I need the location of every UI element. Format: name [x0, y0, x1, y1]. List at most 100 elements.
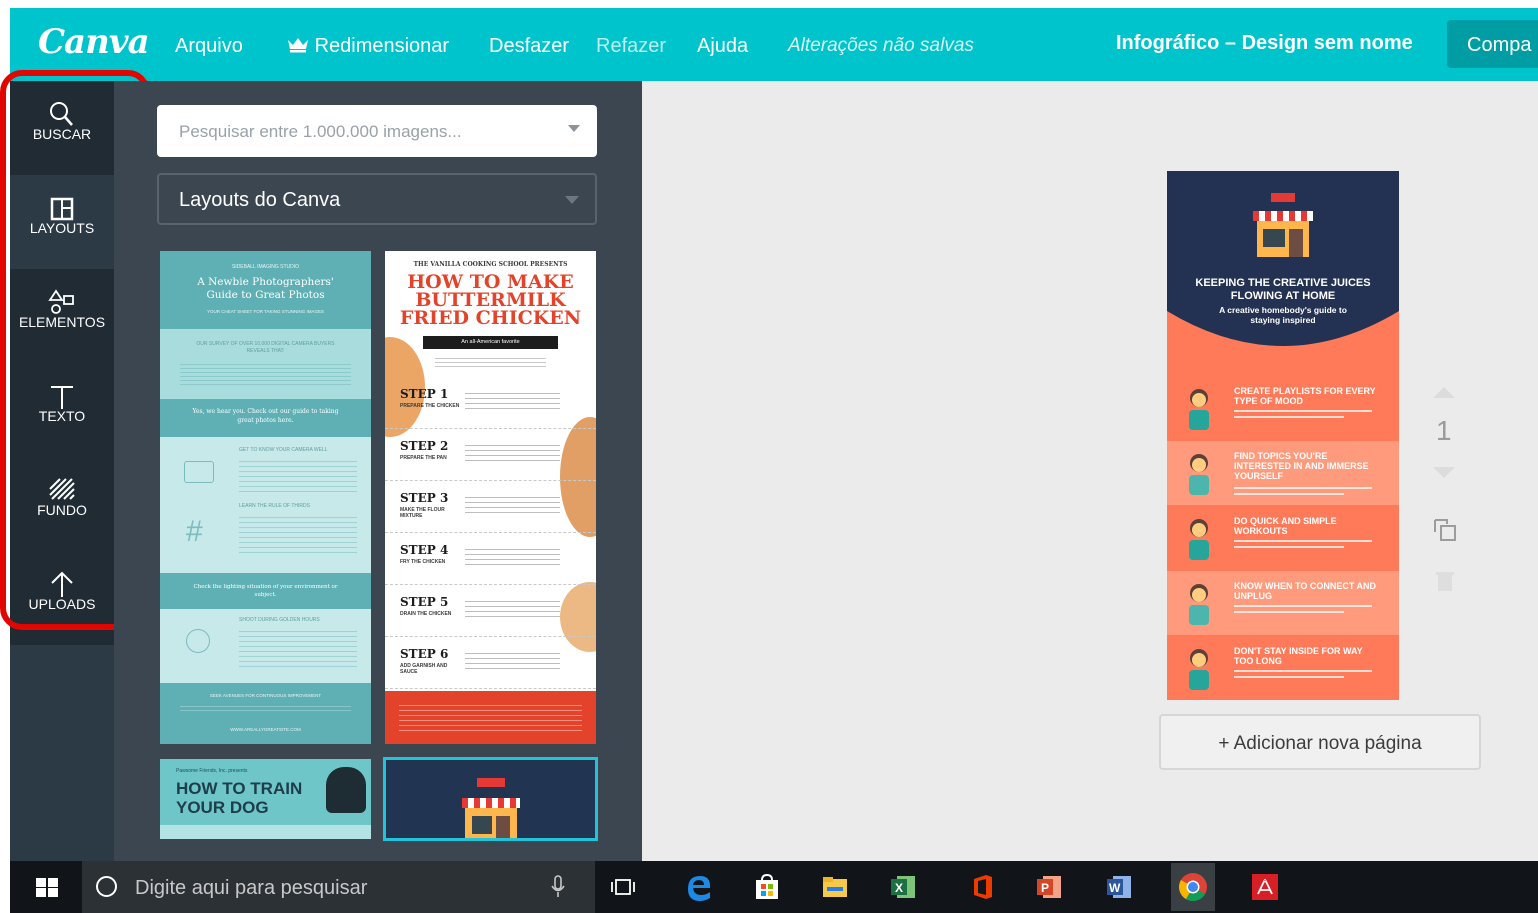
- menu-redimensionar-label: Redimensionar: [314, 35, 450, 57]
- menu-arquivo[interactable]: Arquivo: [175, 35, 243, 58]
- thumb-banner: Check the lighting situation of your env…: [160, 573, 371, 609]
- recipe-step-label: PREPARE THE PAN: [400, 455, 447, 461]
- thumb-steps: STEP 1 PREPARE THE CHICKEN STEP 2 PREPARE T…: [385, 337, 596, 697]
- nav-item-uploads[interactable]: UPLOADS: [10, 551, 114, 645]
- sun-icon: [186, 629, 210, 653]
- taskbar-search-placeholder: Digite aqui para pesquisar: [135, 877, 368, 899]
- layout-source-select[interactable]: Layouts do Canva: [157, 173, 597, 225]
- svg-text:X: X: [895, 881, 903, 895]
- chevron-down-icon[interactable]: [568, 125, 580, 132]
- acrobat-icon[interactable]: [1249, 871, 1281, 903]
- recipe-step-text-lines: [465, 597, 560, 617]
- recipe-step-label: PREPARE THE CHICKEN: [400, 403, 460, 409]
- recipe-step-text-lines: [465, 389, 560, 409]
- thumb-title: A Newbie Photographers' Guide to Great P…: [197, 276, 334, 301]
- nav-label-texto: TEXTO: [38, 408, 86, 424]
- woman-icon: [1181, 516, 1217, 562]
- nav-item-texto[interactable]: TEXTO: [10, 363, 114, 457]
- infographic-row-text-line: [1234, 493, 1344, 495]
- thumb-quote-band: Yes, we hear you. Check out our guide to…: [160, 399, 371, 437]
- office-icon[interactable]: [966, 871, 998, 903]
- layout-thumbnail-creative-juices[interactable]: [383, 757, 598, 841]
- move-page-down-icon[interactable]: [1433, 467, 1455, 478]
- canva-logo[interactable]: Canva: [38, 22, 150, 62]
- store-icon: [1253, 193, 1313, 259]
- design-canvas-area: KEEPING THE CREATIVE JUICES FLOWING AT H…: [642, 81, 1538, 861]
- layout-thumbnail-photography[interactable]: SIDEBALL IMAGING STUDIO A Newbie Photogr…: [160, 251, 371, 744]
- layout-thumbnail-dog-training[interactable]: Pawsome Friends, Inc. presents HOW TO TR…: [160, 759, 371, 839]
- chrome-icon[interactable]: [1171, 863, 1215, 911]
- microphone-icon[interactable]: [551, 875, 565, 904]
- thumb-text-lines: [399, 701, 582, 731]
- thumb-survey: OUR SURVEY OF OVER 10,000 DIGITAL CAMERA…: [196, 341, 335, 354]
- share-button[interactable]: Compa: [1447, 20, 1538, 68]
- recipe-step-number: STEP 3: [400, 491, 449, 505]
- thumb-text-lines: [239, 627, 357, 671]
- layout-thumbnail-fried-chicken[interactable]: THE VANILLA COOKING SCHOOL PRESENTS HOW …: [385, 251, 596, 744]
- thumb-footer: SEEK AVENUES FOR CONTINUOUS IMPROVEMENT …: [160, 683, 371, 744]
- recipe-step-text-lines: [465, 441, 560, 461]
- word-icon[interactable]: W: [1103, 871, 1135, 903]
- menu-ajuda[interactable]: Ajuda: [697, 35, 748, 58]
- task-view-icon[interactable]: [607, 871, 639, 903]
- delete-page-icon[interactable]: [1436, 571, 1454, 598]
- menu-desfazer[interactable]: Desfazer: [489, 35, 569, 58]
- thumb-header: SIDEBALL IMAGING STUDIO A Newbie Photogr…: [160, 251, 371, 329]
- infographic-row-text-line: [1234, 605, 1372, 607]
- search-placeholder: Pesquisar entre 1.000.000 imagens...: [179, 122, 462, 141]
- layouts-panel: Pesquisar entre 1.000.000 imagens... Lay…: [114, 81, 642, 861]
- document-title[interactable]: Infográfico – Design sem nome: [1116, 32, 1413, 55]
- windows-start-icon[interactable]: [36, 878, 58, 897]
- hat-person-icon: [1181, 646, 1217, 692]
- chevron-down-icon: [565, 196, 579, 204]
- thumb-text-lines: [180, 361, 351, 385]
- file-explorer-icon[interactable]: [819, 871, 851, 903]
- menu-redimensionar[interactable]: Redimensionar: [287, 35, 449, 58]
- thumb-seek: SEEK AVENUES FOR CONTINUOUS IMPROVEMENT: [209, 693, 322, 698]
- infographic-row[interactable]: DO QUICK AND SIMPLE WORKOUTS: [1167, 506, 1399, 570]
- infographic-row[interactable]: DON'T STAY INSIDE FOR WAY TOO LONG: [1167, 636, 1399, 700]
- add-page-button[interactable]: + Adicionar nova página: [1159, 714, 1481, 770]
- infographic-row-text-line: [1234, 416, 1344, 418]
- menu-refazer[interactable]: Refazer: [596, 35, 666, 58]
- move-page-up-icon[interactable]: [1433, 387, 1455, 398]
- recipe-step-label: DRAIN THE CHICKEN: [400, 611, 452, 617]
- nav-item-elementos[interactable]: ELEMENTOS: [10, 269, 114, 363]
- thumb-tip2: LEARN THE RULE OF THIRDS: [239, 503, 310, 509]
- thumb-golden-block: SHOOT DURING GOLDEN HOURS: [160, 609, 371, 683]
- thumb-dog-band: [160, 825, 371, 839]
- duplicate-page-icon[interactable]: [1432, 517, 1458, 548]
- thumb-presents: THE VANILLA COOKING SCHOOL PRESENTS: [413, 261, 568, 268]
- taskbar-search-box[interactable]: Digite aqui para pesquisar: [82, 861, 595, 913]
- recipe-step: STEP 2 PREPARE THE PAN: [385, 429, 596, 481]
- recipe-step: STEP 5 DRAIN THE CHICKEN: [385, 585, 596, 637]
- infographic-row-text-line: [1234, 546, 1344, 548]
- thumb-text-lines: [239, 457, 357, 493]
- powerpoint-icon[interactable]: P: [1033, 871, 1065, 903]
- thumb-text-lines: [180, 703, 351, 713]
- thumb-chicken-title: HOW TO MAKE BUTTERMILK FRIED CHICKEN: [399, 271, 582, 329]
- recipe-step: STEP 4 FRY THE CHICKEN: [385, 533, 596, 585]
- infographic-page[interactable]: KEEPING THE CREATIVE JUICES FLOWING AT H…: [1167, 171, 1399, 700]
- infographic-row[interactable]: KNOW WHEN TO CONNECT AND UNPLUG: [1167, 571, 1399, 635]
- nav-label-elementos: ELEMENTOS: [18, 314, 106, 330]
- image-search-input[interactable]: Pesquisar entre 1.000.000 imagens...: [157, 105, 597, 157]
- nav-item-buscar[interactable]: BUSCAR: [10, 81, 114, 175]
- edge-icon[interactable]: [683, 871, 715, 903]
- infographic-header: KEEPING THE CREATIVE JUICES FLOWING AT H…: [1167, 171, 1399, 366]
- recipe-step: STEP 3 MAKE THE FLOUR MIXTURE: [385, 481, 596, 533]
- thumb-text-lines: [239, 513, 357, 557]
- nav-item-layouts[interactable]: LAYOUTS: [10, 175, 114, 269]
- thumb-banner-text: Check the lighting situation of your env…: [193, 584, 338, 598]
- nav-item-fundo[interactable]: FUNDO: [10, 457, 114, 551]
- svg-text:W: W: [1109, 881, 1121, 895]
- infographic-row[interactable]: FIND TOPICS YOU'RE INTERESTED IN AND IMM…: [1167, 441, 1399, 505]
- excel-icon[interactable]: X: [887, 871, 919, 903]
- store-icon[interactable]: [751, 871, 783, 903]
- top-bar: Canva Arquivo Redimensionar Desfazer Ref…: [10, 8, 1538, 81]
- svg-text:P: P: [1041, 881, 1049, 895]
- store-icon: [462, 778, 520, 838]
- recipe-step-text-lines: [465, 493, 560, 513]
- thumb-tip1: GET TO KNOW YOUR CAMERA WELL: [239, 447, 328, 453]
- infographic-row[interactable]: CREATE PLAYLISTS FOR EVERY TYPE OF MOOD: [1167, 376, 1399, 440]
